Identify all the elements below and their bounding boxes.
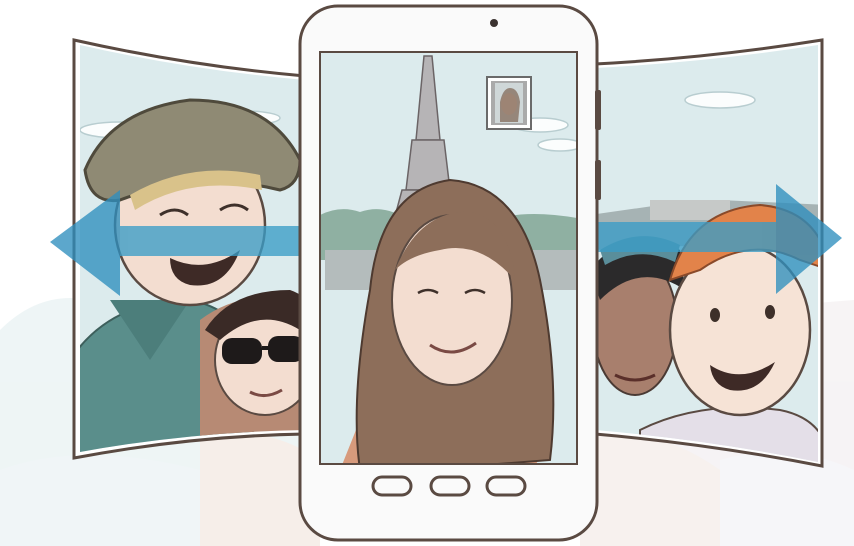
front-camera-icon — [490, 19, 498, 27]
wide-selfie-illustration — [0, 0, 854, 546]
selfie-thumbnail[interactable] — [486, 76, 532, 130]
illustration-canvas — [0, 4, 854, 546]
phone-device — [298, 4, 601, 542]
home-button[interactable] — [429, 475, 471, 497]
back-button[interactable] — [485, 475, 527, 497]
recent-apps-button[interactable] — [371, 475, 413, 497]
camera-viewfinder — [320, 52, 577, 464]
